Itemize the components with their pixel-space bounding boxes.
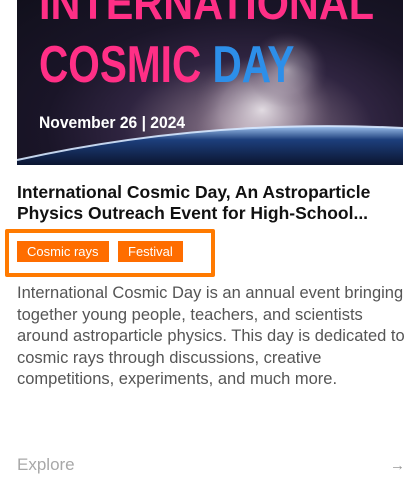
banner-title-cosmic: COSMIC: [39, 36, 213, 94]
banner-title-line-2: COSMIC DAY: [39, 39, 294, 91]
banner-title-line-1: INTERNATIONAL: [39, 0, 375, 29]
event-banner-image[interactable]: INTERNATIONAL COSMIC DAY November 26 | 2…: [17, 0, 403, 165]
event-description: International Cosmic Day is an annual ev…: [17, 284, 405, 388]
explore-label: Explore: [17, 455, 75, 474]
arrow-right-icon: →: [390, 456, 405, 474]
banner-title-day: DAY: [212, 36, 295, 94]
event-card: INTERNATIONAL COSMIC DAY November 26 | 2…: [0, 0, 410, 483]
event-title[interactable]: International Cosmic Day, An Astropartic…: [17, 182, 397, 224]
tag-festival[interactable]: Festival: [118, 241, 183, 262]
banner-date: November 26 | 2024: [39, 113, 186, 132]
explore-link[interactable]: Explore →: [17, 453, 405, 477]
tag-cosmic-rays[interactable]: Cosmic rays: [17, 241, 109, 262]
